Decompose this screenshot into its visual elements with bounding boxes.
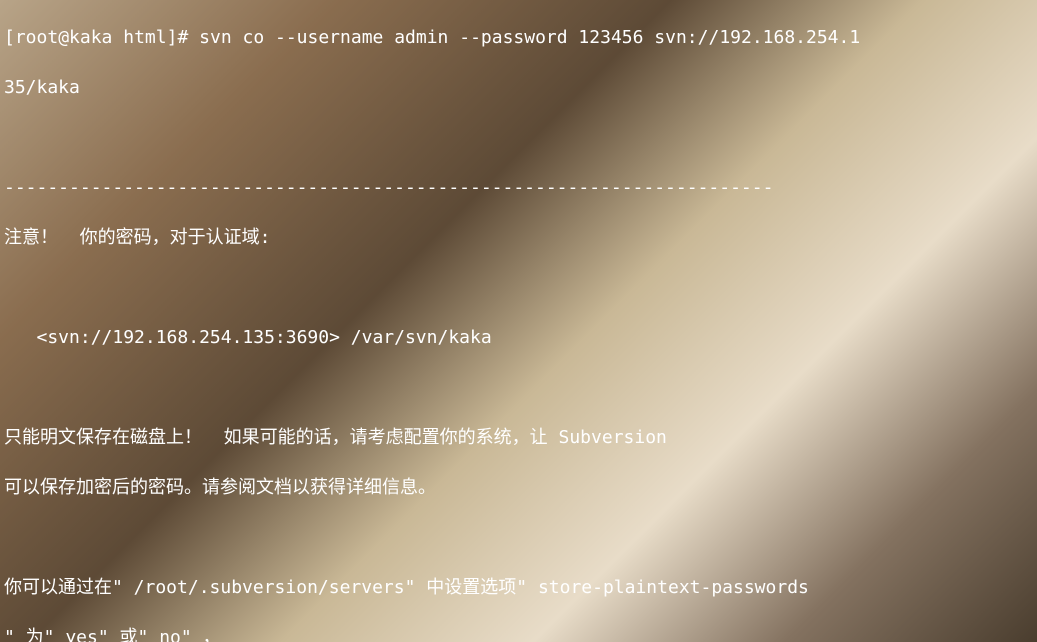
svn-checkout-command: svn co --username admin --password 12345… [199,27,860,48]
warning-body-1: 只能明文保存在磁盘上！ 如果可能的话，请考虑配置你的系统，让 Subversio… [4,425,1033,450]
separator-line: ----------------------------------------… [4,175,1033,200]
warning-body-3: 你可以通过在" /root/.subversion/servers" 中设置选项… [4,575,1033,600]
auth-realm: <svn://192.168.254.135:3690> /var/svn/ka… [4,325,1033,350]
terminal-output[interactable]: [root@kaka html]# svn co --username admi… [0,0,1037,642]
warning-body-2: 可以保存加密后的密码。请参阅文档以获得详细信息。 [4,475,1033,500]
svn-cmd-wrap: 35/kaka [4,75,1033,100]
prompt-line-1: [root@kaka html]# svn co --username admi… [4,25,1033,50]
warning-body-4: " 为" yes" 或" no" ， [4,625,1033,642]
warning-title: 注意！ 你的密码，对于认证域: [4,225,1033,250]
